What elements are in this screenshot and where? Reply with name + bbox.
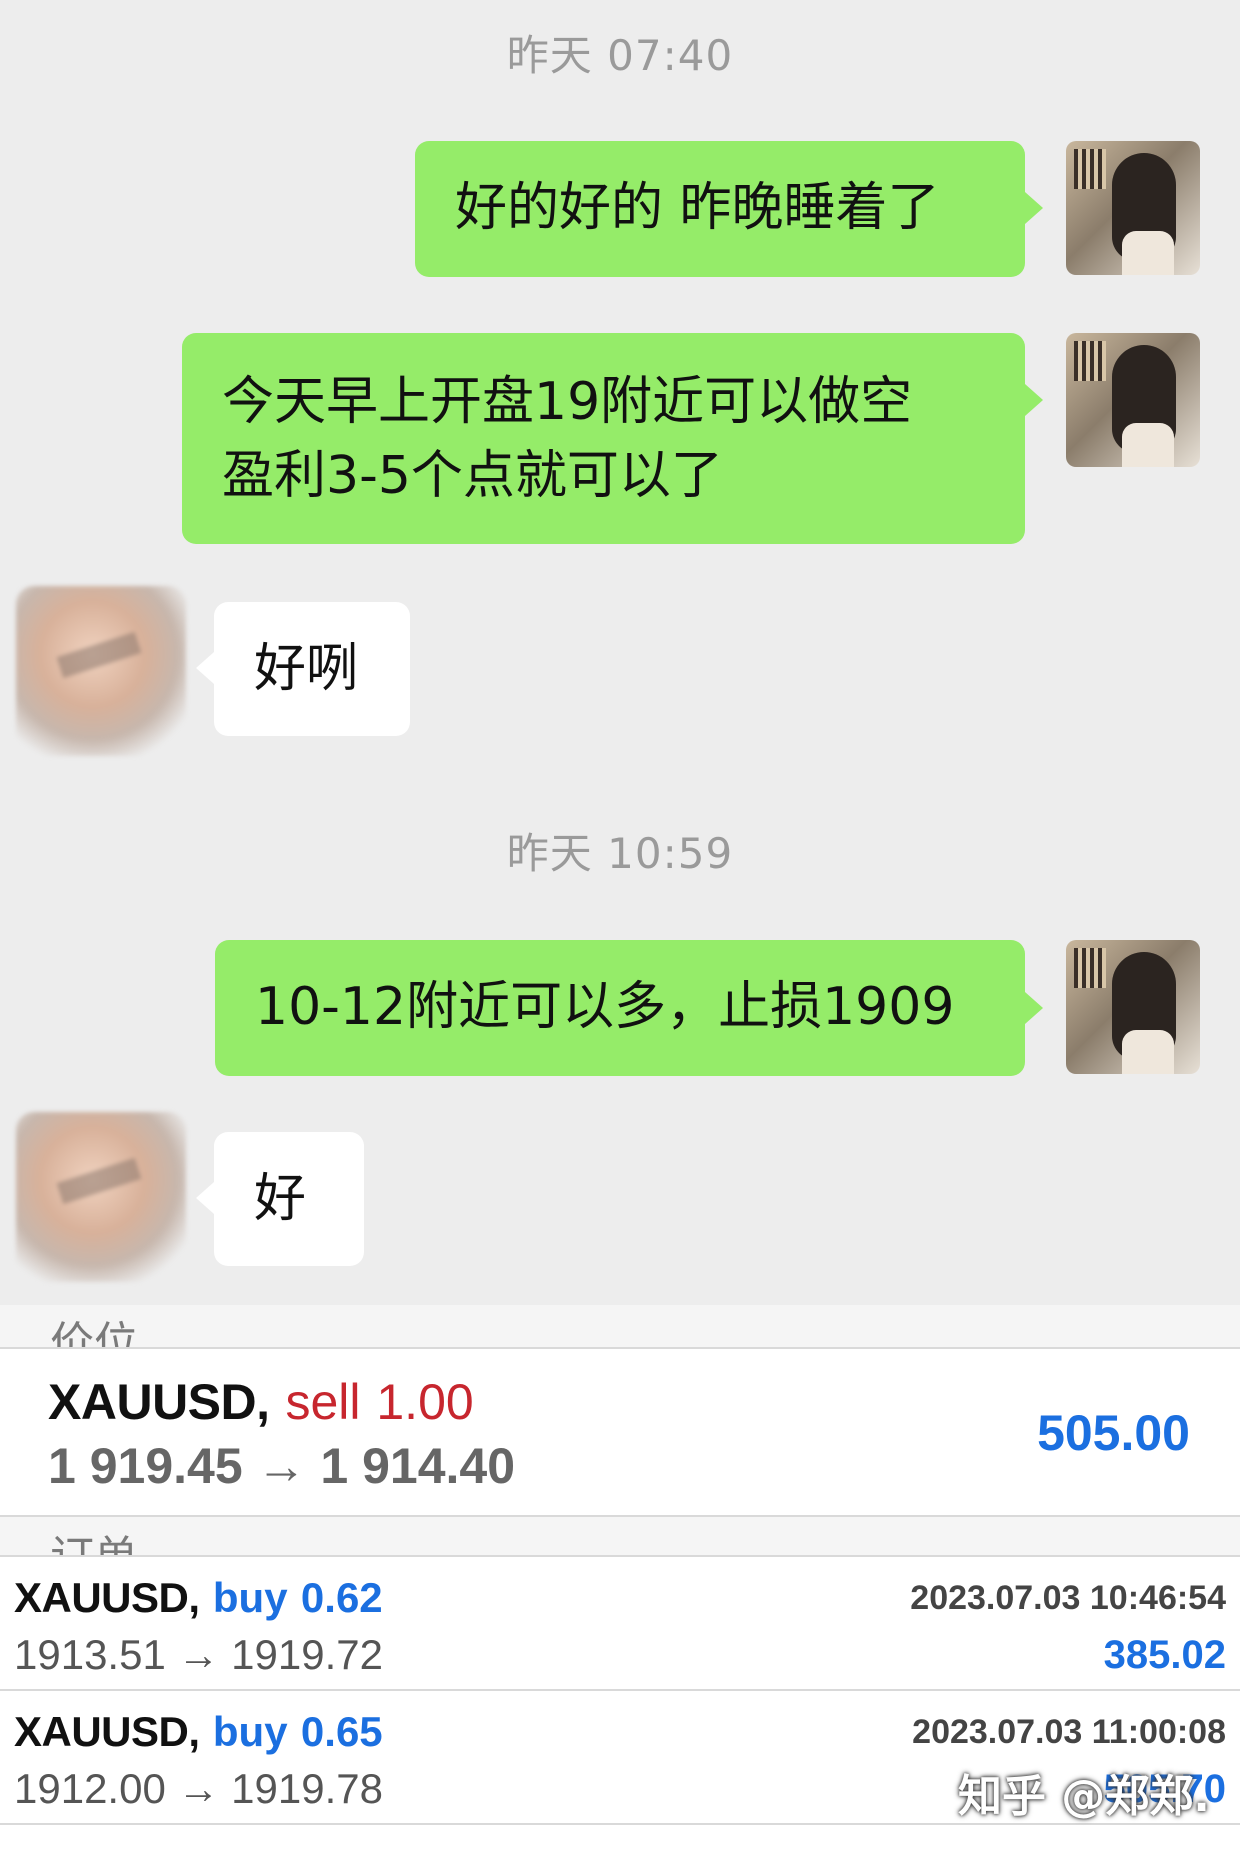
bubble-tail (1025, 384, 1043, 416)
my-avatar[interactable] (1066, 141, 1200, 275)
timestamp: 昨天 10:59 (506, 829, 734, 878)
order-row[interactable]: XAUUSD, buy 0.62 2023.07.03 10:46:54 191… (0, 1557, 1240, 1689)
message-bubble-incoming[interactable]: 好咧 (214, 602, 410, 736)
volume: 1.00 (376, 1374, 474, 1430)
price-range: 1913.51 → 1919.72 (14, 1631, 383, 1678)
message-bubble-outgoing[interactable]: 10-12附近可以多，止损1909 (215, 940, 1025, 1076)
volume: 0.65 (300, 1708, 383, 1755)
bubble-tail (1025, 192, 1043, 224)
section-header-positions: 价位 (0, 1305, 1240, 1347)
trade-history-panel: 价位 XAUUSD, sell 1.00 1 919.45 → 1 914.40… (0, 1305, 1240, 1864)
side-buy: buy (212, 1574, 288, 1621)
order-title: XAUUSD, buy 0.65 (14, 1707, 383, 1756)
message-bubble-outgoing[interactable]: 好的好的 昨晚睡着了 (415, 141, 1025, 277)
timestamp: 昨天 07:40 (506, 31, 734, 80)
price-range: 1 919.45 → 1 914.40 (48, 1438, 516, 1494)
symbol: XAUUSD, (48, 1374, 270, 1430)
section-header-orders: 订单 (0, 1517, 1240, 1555)
watermark: 知乎 @郑郑. (957, 1771, 1210, 1822)
message-text-line: 盈利3-5个点就可以了 (222, 446, 723, 506)
message-bubble-incoming[interactable]: 好 (214, 1132, 364, 1266)
section-label: 订单 (50, 1521, 138, 1555)
side-sell: sell (285, 1374, 361, 1430)
profit-value: 505.00 (1037, 1405, 1190, 1461)
position-row[interactable]: XAUUSD, sell 1.00 1 919.45 → 1 914.40 50… (0, 1349, 1240, 1515)
contact-avatar[interactable] (16, 1112, 186, 1282)
chat-area: 昨天 07:40 好的好的 昨晚睡着了 今天早上开盘19附近可以做空 盈利3-5… (0, 0, 1240, 1305)
message-text: 好的好的 昨晚睡着了 (455, 178, 940, 238)
message-text: 好 (254, 1169, 307, 1229)
price-range: 1912.00 → 1919.78 (14, 1765, 383, 1812)
message-text-line: 今天早上开盘19附近可以做空 (222, 372, 913, 432)
message-bubble-outgoing[interactable]: 今天早上开盘19附近可以做空 盈利3-5个点就可以了 (182, 333, 1025, 544)
contact-avatar[interactable] (16, 586, 186, 756)
order-time: 2023.07.03 11:00:08 (912, 1713, 1226, 1751)
symbol: XAUUSD, (14, 1708, 200, 1755)
bubble-tail (196, 652, 214, 684)
section-label: 价位 (50, 1319, 138, 1347)
symbol: XAUUSD, (14, 1574, 200, 1621)
my-avatar[interactable] (1066, 940, 1200, 1074)
order-time: 2023.07.03 10:46:54 (910, 1579, 1226, 1617)
volume: 0.62 (300, 1574, 383, 1621)
message-text: 好咧 (254, 639, 359, 699)
bubble-tail (1025, 992, 1043, 1024)
my-avatar[interactable] (1066, 333, 1200, 467)
bubble-tail (196, 1182, 214, 1214)
profit-value: 385.02 (1103, 1633, 1226, 1677)
position-title: XAUUSD, sell 1.00 (48, 1373, 474, 1431)
message-text: 10-12附近可以多，止损1909 (255, 977, 955, 1037)
side-buy: buy (212, 1708, 288, 1755)
order-title: XAUUSD, buy 0.62 (14, 1573, 383, 1622)
